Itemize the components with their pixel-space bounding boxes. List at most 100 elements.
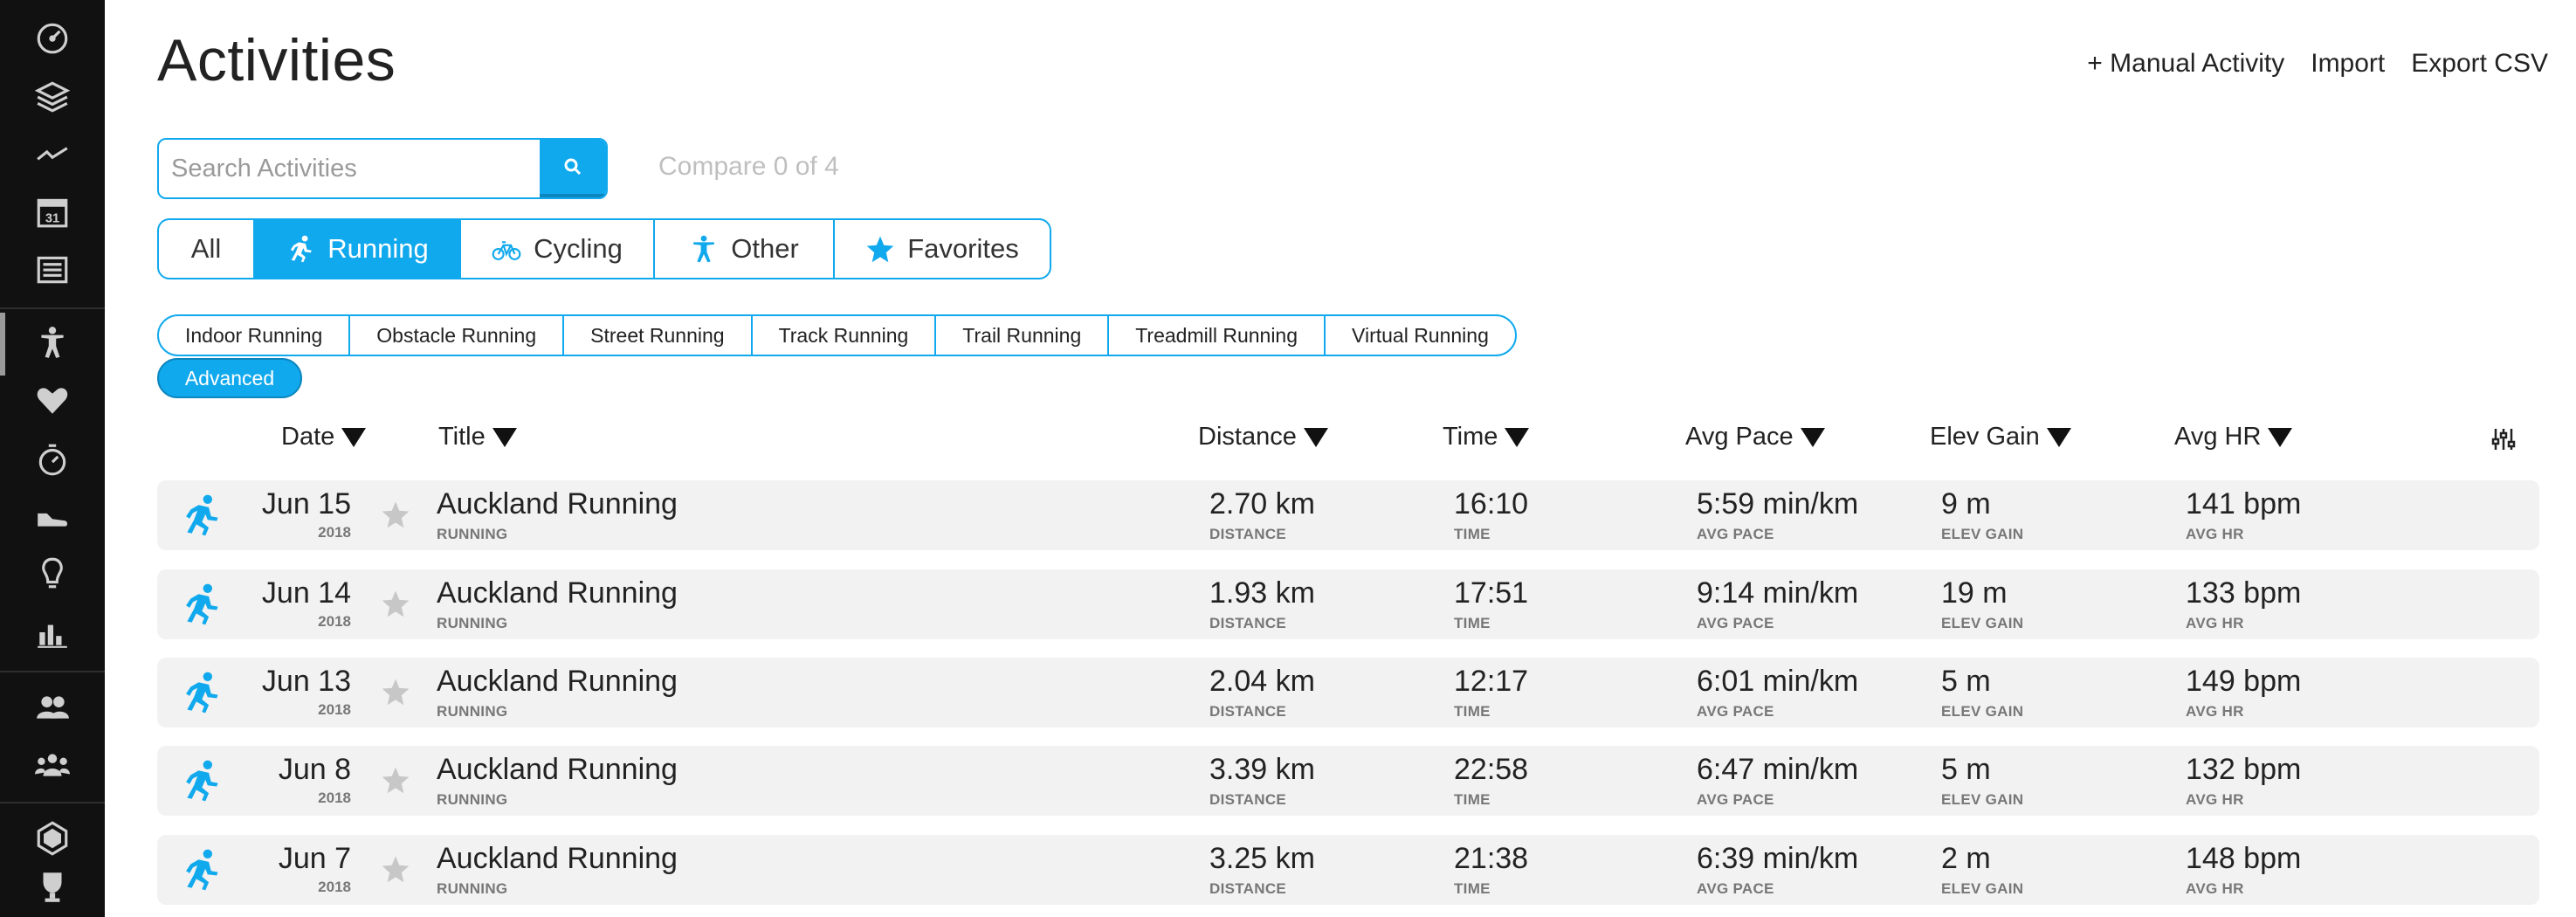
favorite-star-icon[interactable] (381, 854, 410, 884)
lightbulb-icon[interactable] (31, 552, 73, 594)
avg-pace-label: AVG PACE (1697, 791, 1774, 808)
advanced-button[interactable]: Advanced (157, 358, 302, 398)
subtab-obstacle-running[interactable]: Obstacle Running (350, 316, 565, 355)
avg-hr-label: AVG HR (2186, 526, 2244, 542)
activity-title[interactable]: Auckland Running (437, 576, 678, 610)
activity-date: Jun 7 (278, 842, 351, 875)
tab-favorites[interactable]: Favorites (835, 220, 1050, 278)
tab-other-label: Other (731, 233, 799, 264)
tab-cycling[interactable]: Cycling (461, 220, 655, 278)
subtab-indoor-running[interactable]: Indoor Running (159, 316, 351, 355)
activity-row[interactable]: Jun 14 2018 Auckland Running RUNNING 1.9… (157, 569, 2539, 639)
search-button[interactable] (540, 140, 606, 197)
tab-all[interactable]: All (159, 220, 255, 278)
time-label: TIME (1454, 791, 1491, 808)
sidebar-active-indicator (0, 313, 5, 376)
activity-type: RUNNING (437, 703, 508, 720)
elev-gain-label: ELEV GAIN (1941, 791, 2024, 808)
time-label: TIME (1454, 615, 1491, 631)
sidebar-divider (0, 671, 105, 672)
subtab-treadmill-running[interactable]: Treadmill Running (1109, 316, 1326, 355)
calendar-icon[interactable]: 31 (31, 190, 73, 232)
elev-gain-value: 5 m (1941, 753, 1991, 786)
activity-title[interactable]: Auckland Running (437, 665, 678, 699)
sidebar-divider (0, 307, 105, 309)
column-header-avg-hr[interactable]: Avg HR (2174, 423, 2293, 452)
time-value: 22:58 (1454, 753, 1529, 786)
avg-hr-value: 148 bpm (2186, 842, 2302, 875)
favorite-star-icon[interactable] (381, 765, 410, 795)
avg-hr-value: 133 bpm (2186, 576, 2302, 610)
tab-other[interactable]: Other (655, 220, 835, 278)
bar-chart-icon[interactable] (31, 611, 73, 653)
activity-title[interactable]: Auckland Running (437, 487, 678, 521)
activity-title[interactable]: Auckland Running (437, 753, 678, 787)
column-header-time[interactable]: Time (1443, 423, 1530, 452)
time-label: TIME (1454, 703, 1491, 720)
top-actions: + Manual Activity Import Export CSV (2087, 49, 2548, 79)
avg-pace-label: AVG PACE (1697, 880, 1774, 897)
time-value: 21:38 (1454, 842, 1529, 875)
activity-year: 2018 (318, 524, 351, 541)
sidebar-divider (0, 802, 105, 803)
activity-type: RUNNING (437, 526, 508, 542)
elev-gain-value: 2 m (1941, 842, 1991, 875)
sort-arrow-icon (1303, 427, 1328, 447)
layers-icon[interactable] (31, 75, 73, 117)
activity-type: RUNNING (437, 615, 508, 631)
news-icon[interactable] (31, 248, 73, 290)
activity-row[interactable]: Jun 15 2018 Auckland Running RUNNING 2.7… (157, 480, 2539, 550)
tab-running[interactable]: Running (255, 220, 461, 278)
column-header-elev-gain[interactable]: Elev Gain (1930, 423, 2071, 452)
page-title: Activities (157, 27, 396, 93)
column-header-elev-gain-label: Elev Gain (1930, 423, 2040, 451)
running-icon (186, 760, 218, 802)
badge-icon[interactable] (31, 817, 73, 859)
export-csv-link[interactable]: Export CSV (2411, 49, 2548, 79)
column-header-avg-hr-label: Avg HR (2174, 423, 2262, 451)
elev-gain-label: ELEV GAIN (1941, 615, 2024, 631)
elev-gain-label: ELEV GAIN (1941, 703, 2024, 720)
favorite-star-icon[interactable] (381, 500, 410, 529)
favorite-star-icon[interactable] (381, 677, 410, 707)
connections-icon[interactable] (31, 686, 73, 728)
column-header-distance[interactable]: Distance (1198, 423, 1328, 452)
distance-value: 3.25 km (1209, 842, 1315, 875)
activities-icon[interactable] (31, 321, 73, 363)
star-icon (866, 236, 894, 263)
activity-row[interactable]: Jun 7 2018 Auckland Running RUNNING 3.25… (157, 835, 2539, 905)
favorite-star-icon[interactable] (381, 589, 410, 618)
import-link[interactable]: Import (2311, 49, 2385, 79)
dashboard-icon[interactable] (31, 16, 73, 58)
running-subtype-tabs: Indoor Running Obstacle Running Street R… (157, 314, 1517, 356)
activity-row[interactable]: Jun 13 2018 Auckland Running RUNNING 2.0… (157, 658, 2539, 727)
trophy-icon[interactable] (31, 866, 73, 908)
elev-gain-label: ELEV GAIN (1941, 526, 2024, 542)
heart-icon[interactable] (31, 379, 73, 421)
activity-graph-icon[interactable] (31, 133, 73, 175)
subtab-virtual-running[interactable]: Virtual Running (1326, 316, 1515, 355)
time-value: 16:10 (1454, 487, 1529, 521)
elev-gain-value: 9 m (1941, 487, 1991, 521)
sort-arrow-icon (2268, 427, 2293, 447)
manual-activity-link[interactable]: + Manual Activity (2087, 49, 2284, 79)
subtab-trail-running[interactable]: Trail Running (936, 316, 1110, 355)
column-settings-icon[interactable] (2490, 426, 2517, 452)
column-header-title[interactable]: Title (438, 423, 517, 452)
elev-gain-value: 5 m (1941, 665, 1991, 698)
search-input[interactable] (159, 140, 540, 197)
shoe-icon[interactable] (31, 494, 73, 536)
column-header-date[interactable]: Date (281, 423, 367, 452)
activity-row[interactable]: Jun 8 2018 Auckland Running RUNNING 3.39… (157, 746, 2539, 816)
groups-icon[interactable] (31, 744, 73, 786)
stopwatch-icon[interactable] (31, 438, 73, 480)
other-activity-icon (693, 235, 715, 263)
avg-pace-value: 9:14 min/km (1697, 576, 1859, 610)
sort-arrow-icon (2046, 427, 2071, 447)
subtab-street-running[interactable]: Street Running (564, 316, 753, 355)
subtab-track-running[interactable]: Track Running (753, 316, 937, 355)
running-icon (291, 235, 312, 263)
column-header-avg-pace[interactable]: Avg Pace (1685, 423, 1825, 452)
activity-title[interactable]: Auckland Running (437, 842, 678, 876)
activity-year: 2018 (318, 701, 351, 718)
